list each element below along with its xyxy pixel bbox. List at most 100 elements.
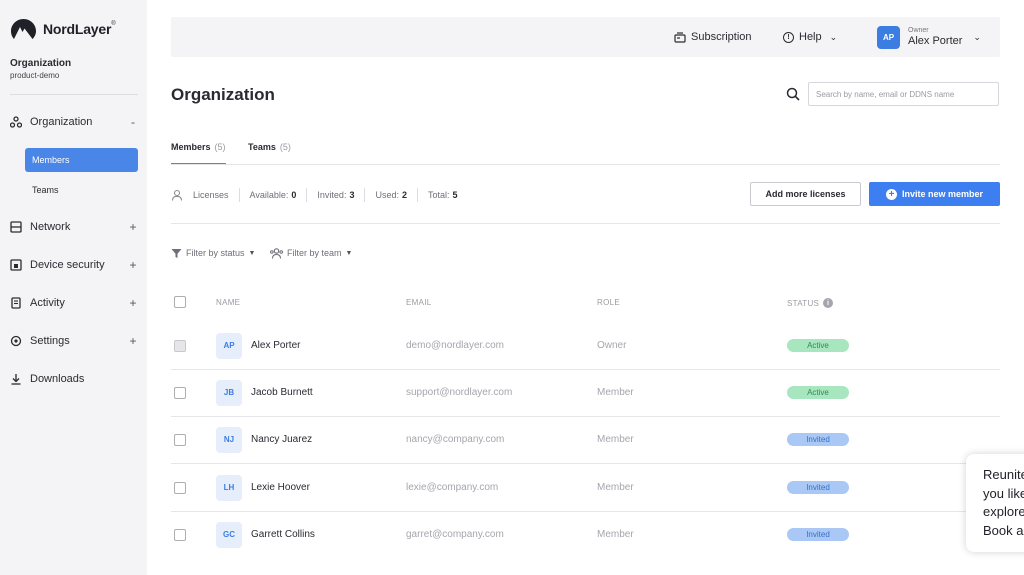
used-count: 2	[401, 190, 407, 200]
info-icon[interactable]: i	[823, 298, 834, 308]
nordlayer-mountain-icon	[11, 19, 36, 39]
chat-line: you like	[983, 485, 1024, 501]
filter-by-status[interactable]: Filter by status ▼	[171, 246, 255, 260]
used-label: Used:	[375, 190, 399, 200]
table-row[interactable]: NJ Nancy Juarez nancy@company.com Member …	[171, 416, 1000, 463]
sidebar-item-label: Network	[30, 221, 71, 233]
status-badge: Invited	[787, 433, 849, 446]
status-badge: Invited	[787, 481, 849, 494]
page-title: Organization	[171, 85, 275, 104]
table-row[interactable]: GC Garrett Collins garret@company.com Mem…	[171, 511, 1000, 558]
invite-new-member-button[interactable]: + Invite new member	[869, 182, 1000, 206]
member-email: garret@company.com	[406, 529, 504, 540]
activity-icon	[10, 297, 22, 309]
chat-popup[interactable]: Reunite you like explore Book a	[966, 454, 1024, 552]
divider	[364, 188, 366, 202]
invite-button-label: Invite new member	[901, 189, 984, 199]
plus-circle-icon: +	[885, 188, 897, 200]
status-header-label: STATUS	[787, 298, 820, 308]
network-icon	[10, 221, 22, 233]
expand-icon[interactable]: +	[128, 220, 138, 234]
total-count: 5	[452, 190, 458, 200]
member-name: Lexie Hoover	[251, 482, 310, 493]
nordlayer-logo[interactable]: NordLayer®	[10, 18, 116, 40]
team-icon	[270, 247, 283, 259]
user-icon	[171, 189, 183, 201]
licenses-label: Licenses	[193, 190, 229, 200]
row-checkbox[interactable]	[174, 434, 186, 446]
status-badge: Active	[787, 339, 849, 352]
expand-icon[interactable]: +	[128, 296, 138, 310]
divider	[238, 188, 240, 202]
subscription-icon	[674, 31, 686, 43]
member-role: Owner	[597, 340, 627, 351]
help-menu[interactable]: ! Help ⌄	[783, 17, 837, 57]
sidebar-item-label: Downloads	[30, 373, 85, 385]
sidebar-item-activity[interactable]: Activity +	[10, 293, 138, 313]
member-email: demo@nordlayer.com	[406, 340, 504, 351]
download-icon	[10, 373, 22, 385]
caret-down-icon: ▼	[345, 249, 353, 257]
status-badge: Invited	[787, 528, 849, 541]
row-checkbox[interactable]	[174, 529, 186, 541]
collapse-icon[interactable]: -	[128, 115, 138, 129]
subscription-label: Subscription	[691, 31, 752, 43]
member-role: Member	[597, 482, 634, 493]
expand-icon[interactable]: +	[128, 334, 138, 348]
caret-down-icon: ▼	[248, 249, 256, 257]
chevron-down-icon: ⌄	[973, 31, 981, 42]
add-more-licenses-button[interactable]: Add more licenses	[750, 182, 861, 206]
sidebar-item-settings[interactable]: Settings +	[10, 331, 138, 351]
table-row[interactable]: LH Lexie Hoover lexie@company.com Member …	[171, 464, 1000, 511]
chat-line: Reunite	[983, 467, 1024, 482]
member-role: Member	[597, 387, 634, 398]
licenses-summary: Licenses Available: 0 Invited: 3 Used: 2 To…	[171, 185, 458, 205]
tab-members[interactable]: Members (5)	[171, 142, 226, 165]
tab-count: (5)	[214, 142, 226, 152]
funnel-icon	[171, 248, 182, 258]
sidebar-item-organization[interactable]: Organization -	[10, 112, 138, 132]
chat-line: explore	[983, 504, 1024, 519]
row-checkbox[interactable]	[174, 387, 186, 399]
sidebar-divider	[10, 94, 138, 95]
help-label: Help	[799, 31, 822, 43]
avatar: GC	[216, 521, 242, 548]
sidebar-subitem-members[interactable]: Members	[25, 148, 138, 172]
sidebar: NordLayer® Organization product-demo Org…	[0, 0, 147, 575]
member-email: nancy@company.com	[406, 434, 505, 445]
available-count: 0	[291, 190, 297, 200]
sidebar-item-device-security[interactable]: Device security +	[10, 255, 138, 275]
select-all-checkbox[interactable]	[174, 296, 186, 308]
table-row[interactable]: JB Jacob Burnett support@nordlayer.com Me…	[171, 369, 1000, 416]
sidebar-item-downloads[interactable]: Downloads	[10, 369, 138, 389]
column-header-role[interactable]: ROLE	[597, 298, 620, 307]
column-header-email[interactable]: EMAIL	[406, 298, 432, 307]
sidebar-subitem-teams[interactable]: Teams	[25, 178, 138, 202]
org-title: Organization	[10, 58, 72, 69]
member-email: lexie@company.com	[406, 482, 499, 493]
sidebar-item-label: Settings	[30, 335, 70, 347]
expand-icon[interactable]: +	[128, 258, 138, 272]
filter-by-team[interactable]: Filter by team ▼	[270, 246, 352, 260]
org-subtitle: product-demo	[10, 71, 60, 80]
sidebar-item-label: Device security	[30, 259, 105, 271]
search-icon[interactable]	[786, 87, 800, 101]
avatar: AP	[216, 332, 242, 359]
filter-team-label: Filter by team	[287, 248, 342, 258]
top-bar: Subscription ! Help ⌄ AP Owner Alex Port…	[171, 17, 1000, 57]
sidebar-item-network[interactable]: Network +	[10, 217, 138, 237]
row-checkbox[interactable]	[174, 482, 186, 494]
user-role: Owner	[908, 27, 929, 34]
org-info: Organization product-demo	[10, 58, 71, 80]
tab-teams[interactable]: Teams (5)	[248, 142, 291, 164]
table-row[interactable]: AP Alex Porter demo@nordlayer.com Owner A…	[171, 322, 1000, 369]
column-header-name[interactable]: NAME	[216, 298, 240, 307]
search-input[interactable]	[808, 82, 999, 106]
column-header-status[interactable]: STATUS i	[787, 298, 834, 308]
invited-label: Invited:	[317, 190, 347, 200]
divider	[417, 188, 418, 202]
subscription-button[interactable]: Subscription	[674, 17, 752, 57]
available-label: Available:	[249, 190, 289, 200]
user-menu[interactable]: AP Owner Alex Porter ⌄	[877, 17, 981, 57]
tab-label: Members	[171, 142, 211, 152]
